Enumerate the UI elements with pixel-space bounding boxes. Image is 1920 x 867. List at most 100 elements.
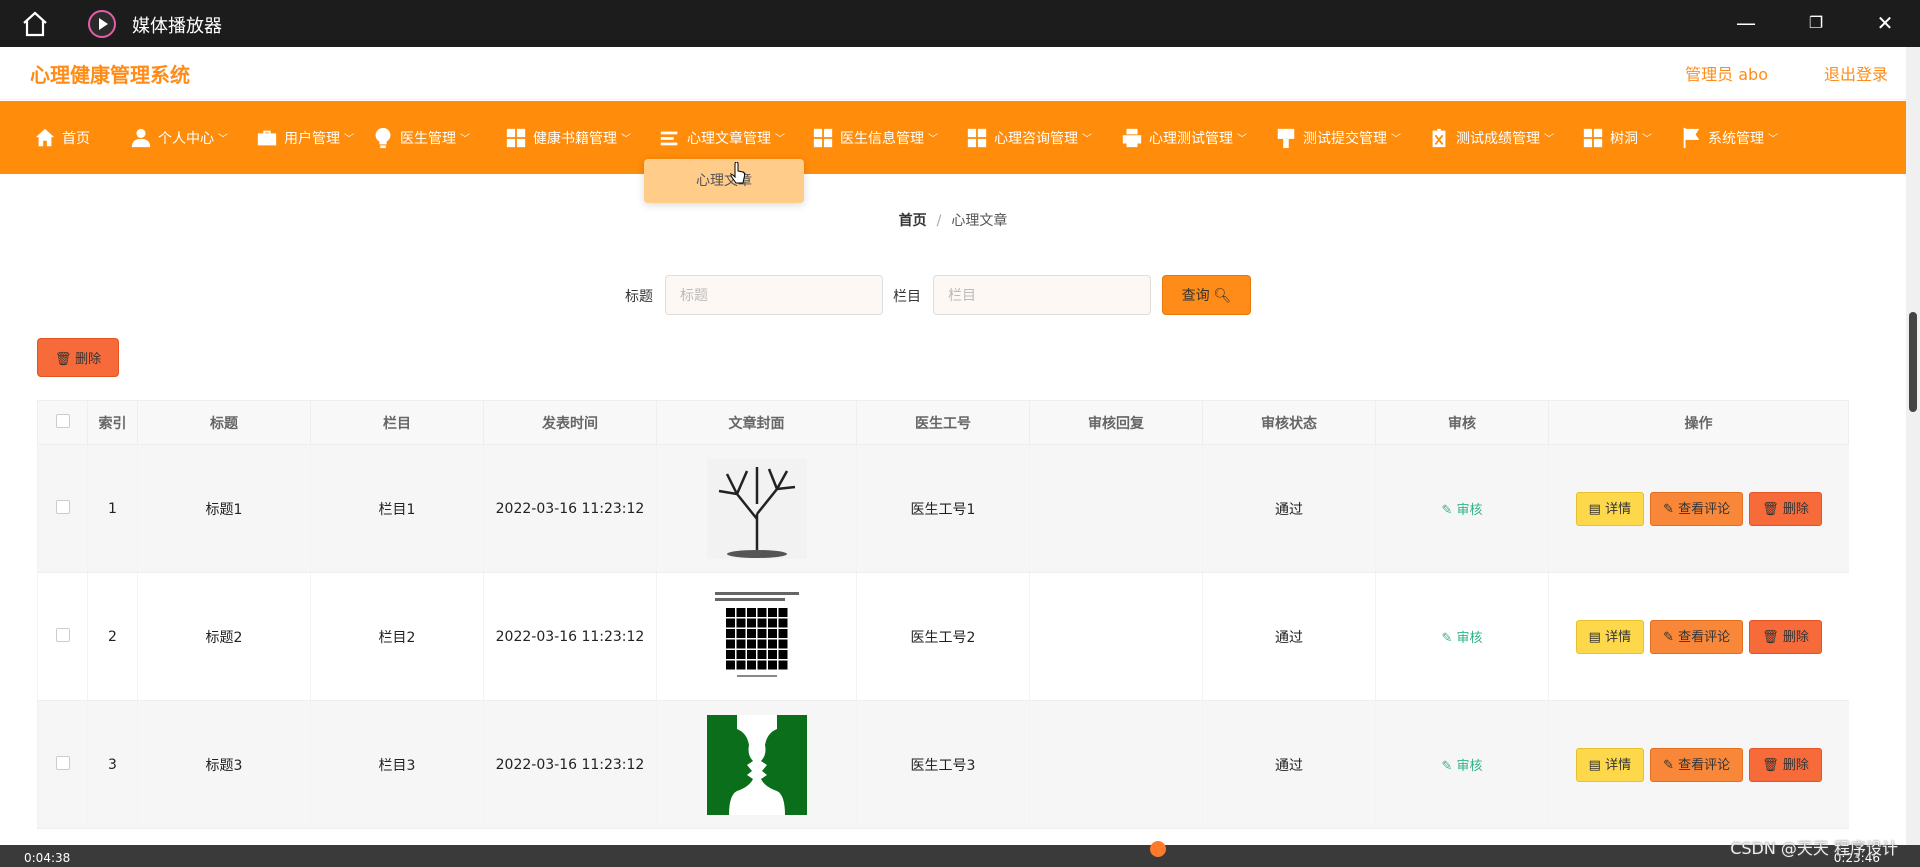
chevron-down-icon: ﹀ [1391,134,1401,145]
nav-label: 用户管理 [284,130,340,147]
reply-cell [1029,700,1203,829]
trash-icon: 🗑︎ [1762,501,1779,517]
audit-cell: ✎ 审核 [1375,572,1549,701]
delete-button[interactable]: 🗑︎ 删除 [1749,491,1822,526]
articles-table: 索引 标题 栏目 发表时间 文章封面 医生工号 审核回复 审核状态 审核 操作 1 标题1 栏目1 20… [37,400,1849,829]
restore-button[interactable]: ❐ [1799,8,1833,38]
breadcrumb: 首页 / 心理文章 [0,210,1906,230]
nav-item-2[interactable]: 个人中心 ﹀ [130,101,228,174]
audit-label: 审核 [1456,759,1483,774]
detail-button[interactable]: ▤ 详情 [1575,747,1645,782]
delete-button[interactable]: 🗑︎ 删除 [1749,619,1822,654]
seek-knob[interactable] [1150,841,1166,857]
doc-icon: ▤ [1588,757,1601,773]
nav-label: 医生管理 [400,130,456,147]
index-cell: 1 [87,444,138,573]
batch-delete-button[interactable]: 🗑︎ 删除 [37,338,119,377]
scrollbar-thumb[interactable] [1909,312,1917,412]
column-header: 操作 [1548,400,1849,445]
nav-item-9[interactable]: 心理测试管理 ﹀ [1121,101,1247,174]
actions-cell: ▤ 详情 ✎ 查看评论 🗑︎ 删除 [1548,700,1849,829]
search-bar: 标题 栏目 查询 🔍︎ [0,275,1906,315]
nav-label: 系统管理 [1708,130,1764,147]
title-input[interactable] [665,275,883,315]
app-header: 心理健康管理系统 管理员 abo 退出登录 [0,47,1906,100]
nav-item-7[interactable]: 医生信息管理 ﹀ [812,101,938,174]
nav-label: 测试提交管理 [1303,130,1387,147]
window-title: 媒体播放器 [132,16,222,37]
chevron-down-icon: ﹀ [621,134,631,145]
chevron-down-icon: ﹀ [1642,134,1652,145]
nav-item-11[interactable]: 测试成绩管理 ﹀ [1428,101,1554,174]
query-button[interactable]: 查询 🔍︎ [1162,275,1251,315]
nav-label: 心理测试管理 [1149,130,1233,147]
admin-label[interactable]: 管理员 abo [1685,61,1768,85]
close-button[interactable]: ✕ [1868,8,1902,38]
column-header: 索引 [87,400,138,445]
hand-cursor-icon [730,162,746,184]
grid-icon [813,128,833,147]
row-checkbox[interactable] [55,755,70,770]
audit-cell: ✎ 审核 [1375,700,1549,829]
title-label: 标题 [625,289,653,305]
edit-icon: ✎ [1663,501,1675,517]
delete-label: 删除 [1782,501,1809,517]
doctor-cell: 医生工号1 [856,444,1030,573]
breadcrumb-home[interactable]: 首页 [899,213,927,229]
nav-label: 个人中心 [158,130,214,147]
logout-link[interactable]: 退出登录 [1824,61,1888,85]
nav-label: 医生信息管理 [840,130,924,147]
table-row: 1 标题1 栏目1 2022-03-16 11:23:12 医生工号1 通过 ✎ 审核 ▤ 详… [37,444,1849,573]
delete-button[interactable]: 🗑︎ 删除 [1749,747,1822,782]
nav-item-4[interactable]: 医生管理 ﹀ [372,101,470,174]
watermark: CSDN @天天 程序设计 [1730,839,1898,858]
vertical-scrollbar[interactable] [1906,47,1920,845]
comments-label: 查看评论 [1678,757,1731,773]
view-comments-button[interactable]: ✎ 查看评论 [1650,619,1744,654]
time-cell: 2022-03-16 11:23:12 [483,444,657,573]
cover-cell [656,444,857,573]
column-input[interactable] [933,275,1151,315]
trash-icon: 🗑︎ [54,351,72,366]
detail-button[interactable]: ▤ 详情 [1575,619,1645,654]
detail-label: 详情 [1605,629,1632,645]
time-cell: 2022-03-16 11:23:12 [483,572,657,701]
chevron-down-icon: ﹀ [218,134,228,145]
row-checkbox[interactable] [55,627,70,642]
nav-item-1[interactable]: 首页 [34,101,90,174]
printer-icon [1122,128,1142,147]
detail-button[interactable]: ▤ 详情 [1575,491,1645,526]
view-comments-button[interactable]: ✎ 查看评论 [1650,491,1744,526]
minimize-button[interactable]: — [1729,8,1763,38]
audit-link[interactable]: ✎ 审核 [1441,503,1482,518]
status-cell: 通过 [1202,700,1376,829]
nav-item-12[interactable]: 树洞 ﹀ [1582,101,1652,174]
grid-icon [1583,128,1603,147]
media-player-icon [88,10,116,38]
nav-item-13[interactable]: 系统管理 ﹀ [1680,101,1778,174]
view-comments-button[interactable]: ✎ 查看评论 [1650,747,1744,782]
edit-icon: ✎ [1663,757,1675,773]
nav-item-8[interactable]: 心理咨询管理 ﹀ [966,101,1092,174]
nav-item-10[interactable]: 测试提交管理 ﹀ [1275,101,1401,174]
audit-label: 审核 [1456,631,1483,646]
nav-item-5[interactable]: 健康书籍管理 ﹀ [505,101,631,174]
nav-label: 测试成绩管理 [1456,130,1540,147]
audit-link[interactable]: ✎ 审核 [1441,631,1482,646]
query-label: 查询 [1181,287,1210,303]
chevron-down-icon: ﹀ [1768,134,1778,145]
breadcrumb-separator: / [936,213,942,229]
dropdown-item-articles[interactable]: 心理文章 [644,159,804,203]
audit-link[interactable]: ✎ 审核 [1441,759,1482,774]
doctor-cell: 医生工号2 [856,572,1030,701]
title-cell: 标题3 [137,700,311,829]
nav-item-3[interactable]: 用户管理 ﹀ [256,101,354,174]
home-icon[interactable] [20,10,50,38]
row-select-cell [37,444,88,573]
delete-label: 删除 [1782,629,1809,645]
row-checkbox[interactable] [55,499,70,514]
select-all-checkbox[interactable] [55,413,70,428]
audit-label: 审核 [1456,503,1483,518]
status-cell: 通过 [1202,444,1376,573]
menu-lines-icon [660,131,678,145]
